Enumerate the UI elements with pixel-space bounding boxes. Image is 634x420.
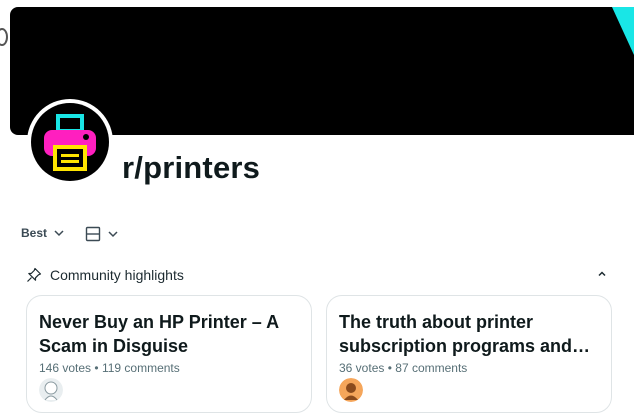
edge-indicator [0, 28, 8, 46]
chevron-down-icon [54, 230, 64, 237]
post-meta: 146 votes • 119 comments [39, 361, 299, 375]
subreddit-title: r/printers [122, 150, 261, 185]
highlights-title: Community highlights [50, 267, 184, 283]
author-avatar-icon [39, 378, 63, 402]
highlight-card[interactable]: Never Buy an HP Printer – A Scam in Disg… [26, 295, 312, 413]
post-meta: 36 votes • 87 comments [339, 361, 599, 375]
author-avatar [39, 378, 63, 402]
banner-accent [612, 7, 634, 55]
view-dropdown[interactable] [85, 226, 119, 242]
vote-count: 146 votes [39, 361, 92, 375]
pin-icon [27, 267, 42, 282]
post-title: The truth about printer subscription pro… [339, 312, 591, 356]
printer-icon [44, 114, 96, 171]
post-title: Never Buy an HP Printer – A Scam in Disg… [39, 312, 279, 356]
chevron-down-icon [108, 231, 118, 238]
author-avatar [339, 378, 363, 402]
author-avatar-icon [339, 378, 363, 402]
vote-count: 36 votes [339, 361, 385, 375]
highlight-card[interactable]: The truth about printer subscription pro… [326, 295, 612, 413]
chevron-up-icon[interactable] [596, 268, 608, 280]
comment-count: 87 comments [395, 361, 468, 375]
meta-separator: • [94, 361, 99, 375]
sort-label: Best [21, 226, 48, 240]
meta-separator: • [387, 361, 392, 375]
community-highlights-header: Community highlights [26, 266, 614, 284]
sort-dropdown[interactable]: Best [21, 226, 65, 240]
view-layout-icon [85, 226, 101, 242]
subreddit-avatar[interactable] [27, 99, 113, 185]
comment-count: 119 comments [101, 361, 180, 375]
